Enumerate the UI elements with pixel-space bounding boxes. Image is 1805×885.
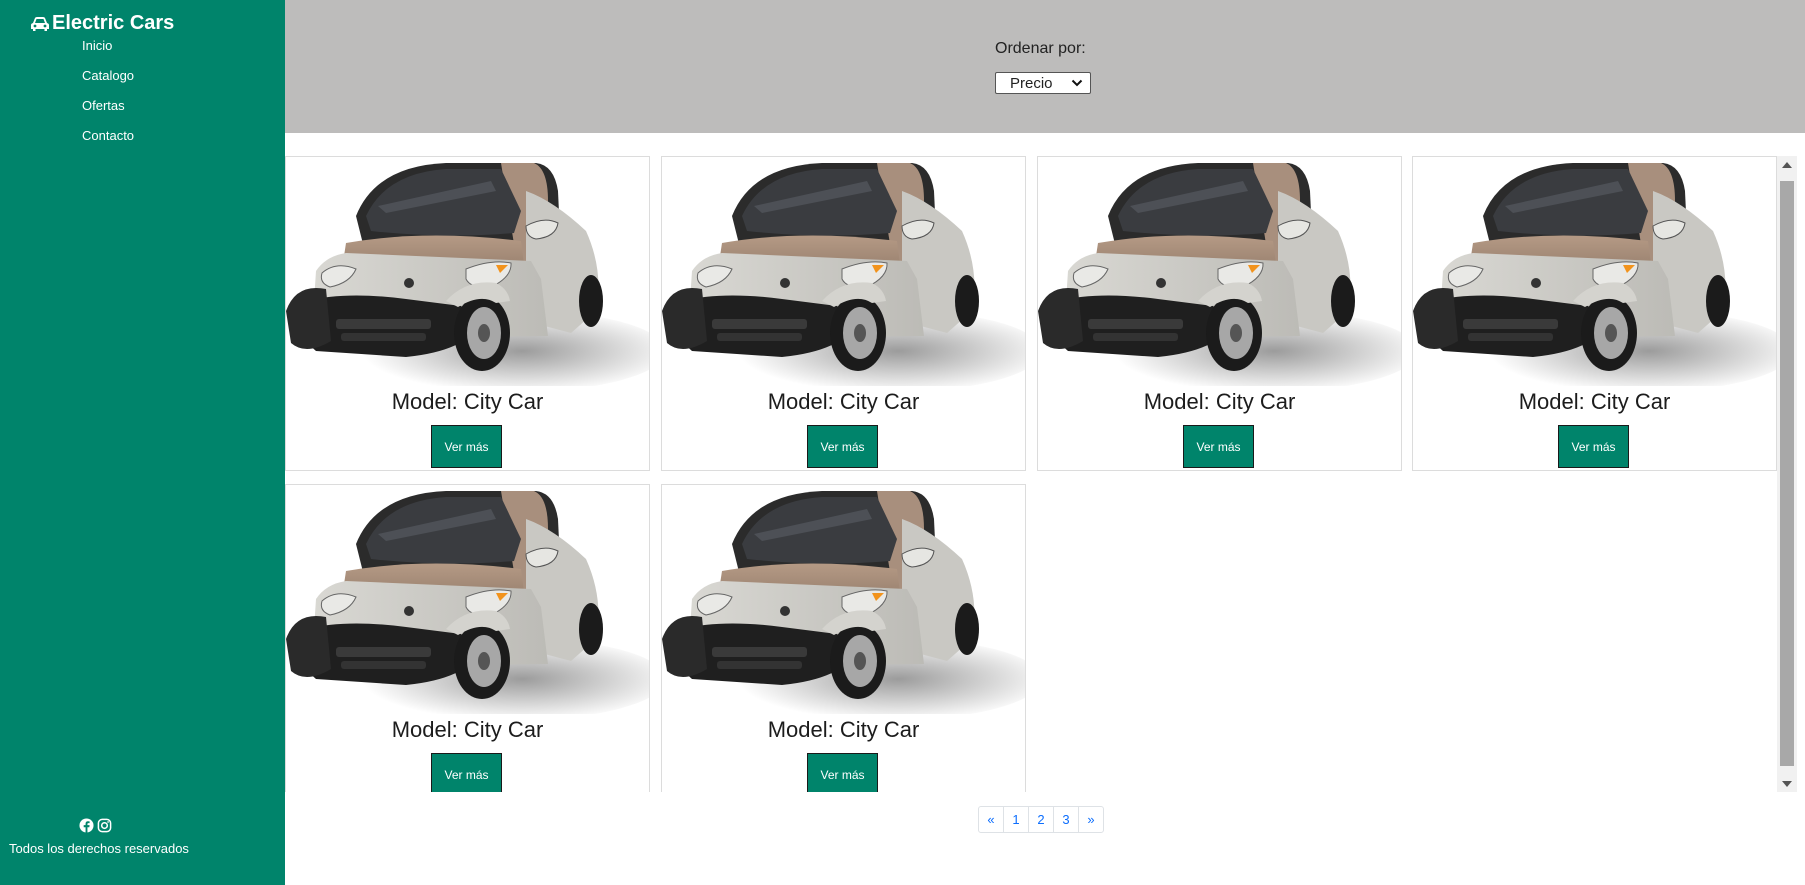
city-car-image [286,491,649,714]
sort-selected-value: Precio [1010,74,1053,92]
nav-item-catalogo[interactable]: Catalogo [82,66,134,96]
pagination: « 1 2 3 » [978,806,1104,833]
city-car-image [1413,163,1776,386]
city-car-image [662,491,1025,714]
pagination-page-1[interactable]: 1 [1003,806,1029,833]
nav-item-inicio[interactable]: Inicio [82,36,134,66]
city-car-image [662,163,1025,386]
car-image [286,161,649,386]
car-icon [31,16,49,31]
product-model: Model: City Car [767,717,920,742]
product-card: Model: City Car Ver más [285,156,650,471]
vertical-scrollbar[interactable] [1777,156,1797,792]
ver-mas-button[interactable]: Ver más [1558,425,1629,468]
scroll-down-arrow-icon[interactable] [1777,775,1797,792]
ver-mas-button[interactable]: Ver más [1183,425,1254,468]
scroll-thumb[interactable] [1780,181,1794,766]
main-nav: Inicio Catalogo Ofertas Contacto [82,36,134,156]
product-model: Model: City Car [1518,389,1671,414]
sidebar: Electric Cars Inicio Catalogo Ofertas Co… [0,0,285,885]
car-image [1038,161,1401,386]
footer-copyright: Todos los derechos reservados [9,841,189,856]
ver-mas-button[interactable]: Ver más [431,753,502,792]
product-model: Model: City Car [1143,389,1296,414]
product-card: Model: City Car Ver más [661,484,1026,792]
pagination-prev[interactable]: « [978,806,1004,833]
car-image [662,489,1025,714]
brand[interactable]: Electric Cars [30,12,174,35]
instagram-icon[interactable] [97,818,112,833]
product-card: Model: City Car Ver más [285,484,650,792]
product-card: Model: City Car Ver más [1037,156,1402,471]
ver-mas-button[interactable]: Ver más [807,753,878,792]
pagination-page-2[interactable]: 2 [1028,806,1054,833]
nav-item-ofertas[interactable]: Ofertas [82,96,134,126]
nav-item-contacto[interactable]: Contacto [82,126,134,156]
ver-mas-button[interactable]: Ver más [431,425,502,468]
product-grid: Model: City Car Ver más Model: City Car … [285,156,1777,792]
brand-title: Electric Cars [52,12,175,34]
product-model: Model: City Car [391,717,544,742]
car-image [662,161,1025,386]
facebook-icon[interactable] [78,818,94,833]
scroll-up-arrow-icon[interactable] [1777,156,1797,173]
product-model: Model: City Car [391,389,544,414]
ver-mas-button[interactable]: Ver más [807,425,878,468]
product-model: Model: City Car [767,389,920,414]
car-image [1413,161,1776,386]
filter-bar: Ordenar por: Precio [285,0,1805,133]
social-links [0,818,190,833]
sort-select[interactable]: Precio [995,72,1091,94]
sort-label: Ordenar por: [995,40,1086,57]
city-car-image [286,163,649,386]
car-image [286,489,649,714]
product-card: Model: City Car Ver más [1412,156,1777,471]
pagination-next[interactable]: » [1078,806,1104,833]
chevron-down-icon [1071,79,1083,87]
pagination-page-3[interactable]: 3 [1053,806,1079,833]
product-card: Model: City Car Ver más [661,156,1026,471]
city-car-image [1038,163,1401,386]
